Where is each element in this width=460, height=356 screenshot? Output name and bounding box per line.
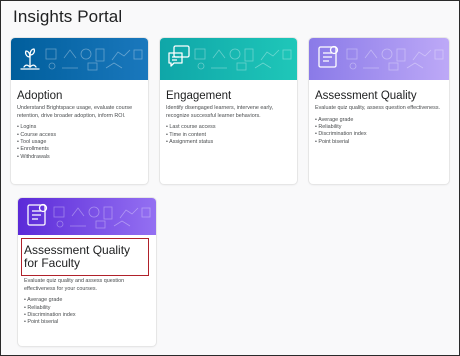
list-item: Enrollments — [17, 146, 142, 153]
banner-pattern-icon — [45, 48, 143, 71]
card-description: Identify disengaged learners, intervene … — [166, 105, 274, 119]
chat-bubbles-icon — [168, 45, 190, 67]
list-item: Logins — [17, 124, 142, 131]
list-item: Last course access — [166, 124, 291, 131]
banner-pattern-icon — [194, 48, 292, 71]
card-banner — [18, 198, 156, 235]
card-assessment-quality[interactable]: Assessment Quality Evaluate quiz quality… — [309, 38, 449, 184]
list-item: Time in content — [166, 132, 291, 139]
card-title[interactable]: Adoption — [17, 90, 142, 102]
quiz-document-icon — [318, 45, 339, 68]
banner-pattern-icon — [53, 206, 151, 229]
card-banner — [11, 38, 148, 80]
list-item: Reliability — [315, 124, 443, 131]
card-engagement[interactable]: Engagement Identify disengaged learners,… — [160, 38, 297, 184]
plant-icon — [20, 48, 40, 70]
list-item: Reliability — [24, 305, 150, 312]
card-item-list: Logins Course access Tool usage Enrollme… — [17, 124, 142, 161]
card-banner — [309, 38, 449, 80]
list-item: Point biserial — [24, 319, 150, 326]
card-description: Evaluate quiz quality, assess question e… — [315, 105, 441, 111]
card-title[interactable]: Assessment Quality for Faculty — [24, 242, 142, 272]
list-item: Discrimination index — [315, 131, 443, 138]
list-item: Assignment status — [166, 139, 291, 146]
card-description: Understand Brightspace usage, evaluate c… — [17, 105, 133, 119]
page-title: Insights Portal — [13, 7, 123, 26]
list-item: Discrimination index — [24, 312, 150, 319]
banner-pattern-icon — [346, 48, 444, 71]
quiz-document-icon — [27, 203, 48, 226]
card-item-list: Average grade Reliability Discrimination… — [24, 297, 150, 327]
portal-frame: Insights Portal Adoption Understand Brig… — [0, 0, 460, 356]
list-item: Average grade — [315, 117, 443, 124]
list-item: Course access — [17, 132, 142, 139]
list-item: Tool usage — [17, 139, 142, 146]
card-adoption[interactable]: Adoption Understand Brightspace usage, e… — [11, 38, 148, 184]
card-banner — [160, 38, 297, 80]
card-title[interactable]: Assessment Quality — [315, 90, 443, 102]
list-item: Point biserial — [315, 139, 443, 146]
list-item: Average grade — [24, 297, 150, 304]
card-title[interactable]: Engagement — [166, 90, 291, 102]
card-item-list: Last course access Time in content Assig… — [166, 124, 291, 146]
card-description: Evaluate quiz quality and assess questio… — [24, 278, 125, 292]
list-item: Withdrawals — [17, 154, 142, 161]
card-item-list: Average grade Reliability Discrimination… — [315, 117, 443, 147]
card-assessment-quality-faculty[interactable]: Assessment Quality for Faculty Evaluate … — [18, 198, 156, 346]
